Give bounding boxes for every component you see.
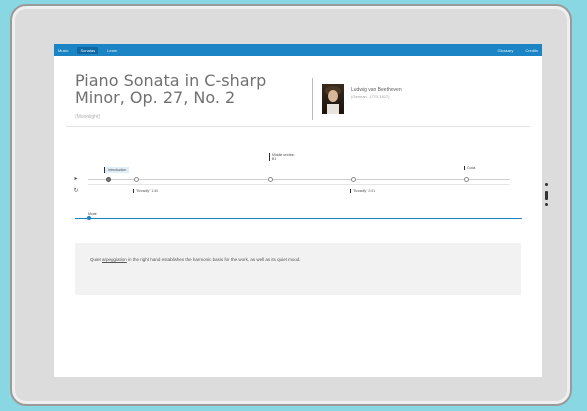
timeline-track (88, 179, 510, 180)
section-label: Coda (467, 166, 476, 170)
timeline-track-secondary (88, 184, 510, 185)
sensor-icon (545, 203, 548, 206)
glossary-link[interactable]: arpeggiation (102, 257, 127, 262)
app-screen: Music Sonatas Learn Glossary Credits Pia… (54, 44, 542, 377)
timeline-node[interactable] (134, 177, 139, 182)
timeline-node[interactable] (351, 177, 356, 182)
nav-item-music[interactable]: Music (58, 48, 68, 53)
description-text-start: Quiet (90, 257, 103, 262)
progress-handle[interactable] (87, 216, 91, 220)
replay-icon[interactable]: ↻ (73, 188, 79, 194)
top-navigation-bar: Music Sonatas Learn Glossary Credits (54, 44, 542, 56)
portrait-face (328, 90, 338, 102)
nav-item-credits[interactable]: Credits (525, 48, 538, 53)
nav-item-sonatas[interactable]: Sonatas (77, 46, 99, 54)
info-icon (545, 191, 548, 200)
description-panel: Quiet arpeggiation in the right hand est… (75, 243, 521, 295)
section-marker-coda[interactable]: Coda (464, 166, 475, 170)
music-timeline: Introduction Middle section B1 Coda ▸ ↻ … (54, 126, 542, 221)
main-nav: Music Sonatas Learn (58, 46, 117, 54)
section-label: Introduction (108, 168, 127, 172)
description-text: Quiet arpeggiation in the right hand est… (90, 257, 301, 262)
nav-item-learn[interactable]: Learn (107, 48, 117, 53)
composer-portrait (322, 84, 344, 114)
work-nickname: (Moonlight) (75, 114, 101, 120)
header-divider (312, 78, 313, 120)
section-marker-middle[interactable]: Middle section B1 (269, 153, 294, 161)
camera-icon (545, 183, 548, 186)
timeline-node-current[interactable] (106, 177, 111, 182)
timeline-node[interactable] (464, 177, 469, 182)
section-marker-introduction[interactable]: Introduction (104, 167, 130, 173)
play-icon[interactable]: ▸ (73, 176, 79, 182)
progress-bar[interactable] (75, 218, 522, 219)
utility-nav: Glossary Credits (498, 48, 538, 53)
page-title: Piano Sonata in C-sharp Minor, Op. 27, N… (75, 71, 267, 107)
timeline-top-divider (66, 126, 530, 127)
tempo-tag[interactable]: "Broadly" 2:01 (350, 189, 375, 193)
description-text-end: in the right hand establishes the harmon… (126, 257, 301, 262)
tempo-tag[interactable]: "Broadly" 1:40 (133, 189, 158, 193)
tablet-frame: Music Sonatas Learn Glossary Credits Pia… (10, 4, 572, 406)
work-header: Piano Sonata in C-sharp Minor, Op. 27, N… (54, 56, 542, 126)
composer-dates: (German, 1770-1827) (351, 94, 390, 99)
portrait-collar (327, 104, 339, 114)
section-sub-label: B1 (272, 157, 277, 161)
composer-name[interactable]: Ludwig van Beethoven (351, 87, 402, 93)
nav-item-glossary[interactable]: Glossary (498, 48, 514, 53)
timeline-node[interactable] (268, 177, 273, 182)
